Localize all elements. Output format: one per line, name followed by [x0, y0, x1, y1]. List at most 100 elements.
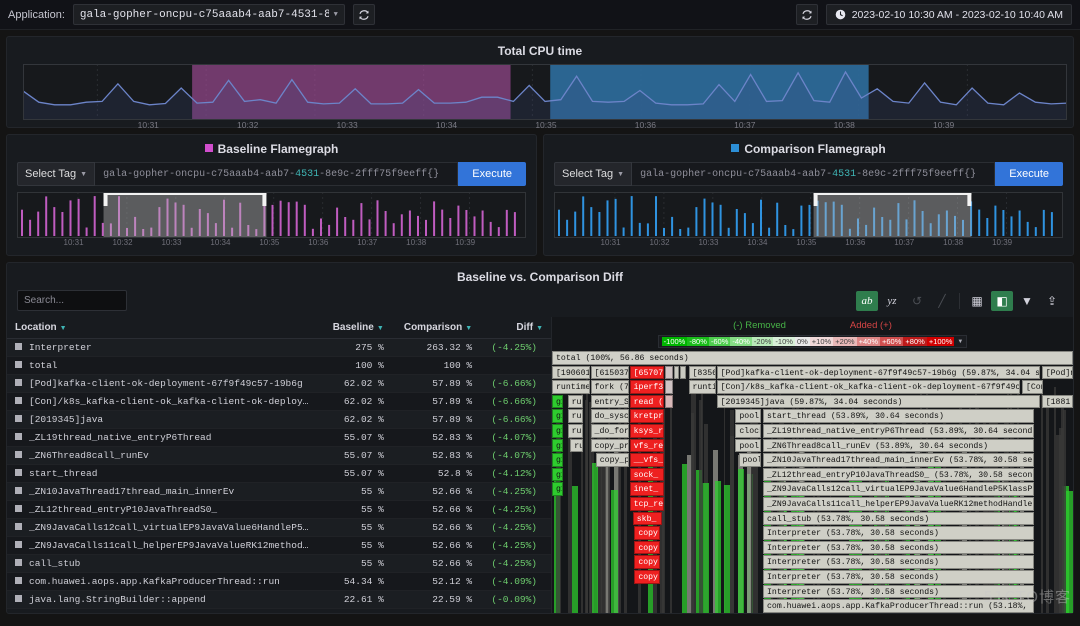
flamegraph-block[interactable]: _ZN10JavaThread17thread_main_innerEv (53… — [763, 453, 1034, 467]
table-row[interactable]: _ZN6Thread8call_runEv55.07 %52.83 %(-4.0… — [7, 447, 551, 465]
comparison-select-tag-button[interactable]: Select Tag ▼ — [554, 162, 632, 186]
flamegraph-block[interactable] — [665, 380, 673, 394]
flamegraph-block[interactable]: [615037]sta — [591, 366, 629, 380]
legend-stop[interactable]: -100% — [662, 337, 688, 346]
flamegraph-block[interactable]: [Con]/k8s_kafka-client-ok_kafka-client-o… — [717, 380, 1020, 394]
flamegraph-block[interactable]: ru — [570, 439, 583, 453]
flamegraph-block[interactable]: iperf3 ( — [630, 380, 664, 394]
time-refresh-button[interactable] — [796, 4, 818, 25]
comparison-timeline-chart[interactable] — [554, 192, 1063, 238]
table-row[interactable]: java.lang.StringBuilder::append22.61 %22… — [7, 591, 551, 609]
baseline-query-input[interactable]: gala-gopher-oncpu-c75aaab4-aab7-4531-8e9… — [95, 162, 458, 186]
flamegraph-block[interactable]: [2019345]java (59.87%, 34.04 seconds) — [717, 395, 1040, 409]
flamegraph-block[interactable]: skb_ — [633, 512, 662, 526]
flamegraph-block[interactable]: g1 — [552, 482, 563, 496]
table-row[interactable]: _ZN9JavaCalls11call_helperEP9JavaValueRK… — [7, 537, 551, 555]
flamegraph-block[interactable]: tcp_re — [630, 497, 664, 511]
flamegraph-block[interactable]: copy — [634, 570, 660, 584]
chevron-down-icon[interactable]: ▼ — [954, 337, 963, 346]
table-row[interactable]: _ZN9JavaCalls12call_virtualEP9JavaValue6… — [7, 519, 551, 537]
table-row[interactable]: _ZL19thread_native_entryP6Thread55.07 %5… — [7, 429, 551, 447]
legend-stop[interactable]: -80% — [687, 337, 709, 346]
flamegraph-block[interactable]: Interpreter (53.78%, 30.58 seconds) — [763, 585, 1034, 599]
flamegraph-block[interactable]: copy — [634, 555, 660, 569]
table-row[interactable]: _ZN10JavaThread17thread_main_innerEv55 %… — [7, 483, 551, 501]
flamegraph-block[interactable]: runtime. — [552, 380, 590, 394]
flamegraph-block[interactable]: sock_ — [630, 468, 664, 482]
flamegraph-block[interactable]: copy_proc — [591, 439, 629, 453]
flamegraph-block[interactable]: call_stub (53.78%, 30.58 seconds) — [763, 512, 1034, 526]
flamegraph-block[interactable]: Interpreter (53.78%, 30.58 seconds) — [763, 570, 1034, 584]
flamegraph-block[interactable]: inet_ — [630, 482, 664, 496]
flamegraph-block[interactable]: run — [568, 395, 584, 409]
legend-stop[interactable]: 0% — [795, 337, 810, 346]
flamegraph-block[interactable]: [1906013]ja — [552, 366, 590, 380]
baseline-execute-button[interactable]: Execute — [458, 162, 526, 186]
flamegraph-block[interactable] — [680, 366, 686, 380]
legend-stop[interactable]: +100% — [927, 337, 955, 346]
flamegraph-block[interactable]: clock_ — [735, 424, 761, 438]
legend-stop[interactable]: +20% — [833, 337, 856, 346]
table-row[interactable]: start_thread55.07 %52.8 %(-4.12%) — [7, 465, 551, 483]
flamegraph-block[interactable]: entry_SYS — [591, 395, 629, 409]
flamegraph-block[interactable]: fork (7.8 — [591, 380, 629, 394]
table-row[interactable]: total100 %100 % — [7, 357, 551, 375]
flamegraph-block[interactable]: ksys_r — [630, 424, 664, 438]
flamegraph-block[interactable]: _ZL12thread_entryP10JavaThreadS0_ (53.78… — [763, 468, 1034, 482]
comparison-execute-button[interactable]: Execute — [995, 162, 1063, 186]
flamegraph-block[interactable]: g1 — [552, 424, 563, 438]
flamegraph-block[interactable]: g1 — [552, 453, 563, 467]
legend-stop[interactable]: -60% — [709, 337, 731, 346]
flamegraph-block[interactable]: run — [568, 424, 584, 438]
flamegraph-block[interactable]: read (6 — [630, 395, 664, 409]
flamegraph-block[interactable]: copy — [634, 541, 660, 555]
flamegraph-block[interactable]: Interpreter (53.78%, 30.58 seconds) — [763, 555, 1034, 569]
application-select[interactable]: gala-gopher-oncpu-c75aaab4-aab7-4531-8e9… — [73, 4, 345, 25]
table-row[interactable]: [Pod]kafka-client-ok-deployment-67f9f49c… — [7, 375, 551, 393]
flamegraph-block[interactable]: Interpreter (53.78%, 30.58 seconds) — [763, 526, 1034, 540]
flamegraph-block[interactable]: g1 — [552, 409, 563, 423]
flamegraph-block[interactable]: [Con] — [1022, 380, 1043, 394]
table-row[interactable]: Interpreter275 %263.32 %(-4.25%) — [7, 339, 551, 357]
cpu-time-chart[interactable] — [23, 64, 1057, 120]
flamegraph-block[interactable]: run — [568, 409, 584, 423]
flamegraph-block[interactable]: pool — [739, 453, 762, 467]
flamegraph-block[interactable]: pool-1- — [735, 409, 761, 423]
table-row[interactable]: _ZL12thread_entryP10JavaThreadS0_55 %52.… — [7, 501, 551, 519]
diff-flamegraph-container[interactable]: (-) Removed Added (+) -100%-80%-60%-40%-… — [552, 317, 1073, 613]
legend-stop[interactable]: -40% — [730, 337, 752, 346]
flamegraph-block[interactable]: com.huawei.aops.app.KafkaProducerThread:… — [763, 599, 1034, 613]
flamegraph-block[interactable]: copy_page — [596, 453, 629, 467]
flamegraph-block[interactable]: do_syscall — [591, 409, 629, 423]
refresh-button[interactable] — [353, 4, 375, 25]
flamegraph-block[interactable]: [Pod]no — [1042, 366, 1073, 380]
sort-za-button[interactable]: yz — [881, 291, 903, 311]
table-row[interactable]: [Con]/k8s_kafka-client-ok_kafka-client-o… — [7, 393, 551, 411]
legend-stop[interactable]: +80% — [903, 337, 926, 346]
flamegraph-block[interactable]: [Pod]kafka-client-ok-deployment-67f9f49c… — [717, 366, 1040, 380]
table-row[interactable]: [2019345]java62.02 %57.89 %(-6.66%) — [7, 411, 551, 429]
flamegraph-block[interactable]: _ZN9JavaCalls12call_virtualEP9JavaValue6… — [763, 482, 1034, 496]
flamegraph-block[interactable]: Interpreter (53.78%, 30.58 seconds) — [763, 541, 1034, 555]
flamegraph-block[interactable]: start_thread (53.89%, 30.64 seconds) — [763, 409, 1034, 423]
flamegraph-block[interactable]: pool-1 — [735, 439, 761, 453]
column-header-location[interactable]: Location▼ — [7, 317, 321, 339]
flamegraph-block[interactable] — [665, 395, 673, 409]
flamegraph-block[interactable]: g1 — [552, 439, 563, 453]
flamegraph-block[interactable]: _ZL19thread_native_entryP6Thread (53.89%… — [763, 424, 1034, 438]
column-header-diff[interactable]: Diff▼ — [480, 317, 551, 339]
flamegraph-block[interactable]: copy — [634, 526, 660, 540]
legend-stop[interactable]: +40% — [857, 337, 880, 346]
sort-az-button[interactable]: ab — [856, 291, 878, 311]
flamegraph-block[interactable]: [657077]ip — [630, 366, 664, 380]
flamegraph-block[interactable]: [83560 — [689, 366, 716, 380]
search-input[interactable]: Search... — [17, 290, 127, 311]
time-range-picker[interactable]: 2023-02-10 10:30 AM - 2023-02-10 10:40 A… — [826, 4, 1072, 25]
column-header-comparison[interactable]: Comparison▼ — [392, 317, 480, 339]
flamegraph-view-button[interactable]: ▼ — [1016, 291, 1038, 311]
flamegraph-block[interactable] — [674, 366, 679, 380]
flamegraph-block[interactable]: _do_fork — [591, 424, 629, 438]
column-header-baseline[interactable]: Baseline▼ — [321, 317, 391, 339]
flamegraph-block[interactable]: __vfs_ — [630, 453, 664, 467]
flamegraph-block[interactable]: _ZN6Thread8call_runEv (53.89%, 30.64 sec… — [763, 439, 1034, 453]
